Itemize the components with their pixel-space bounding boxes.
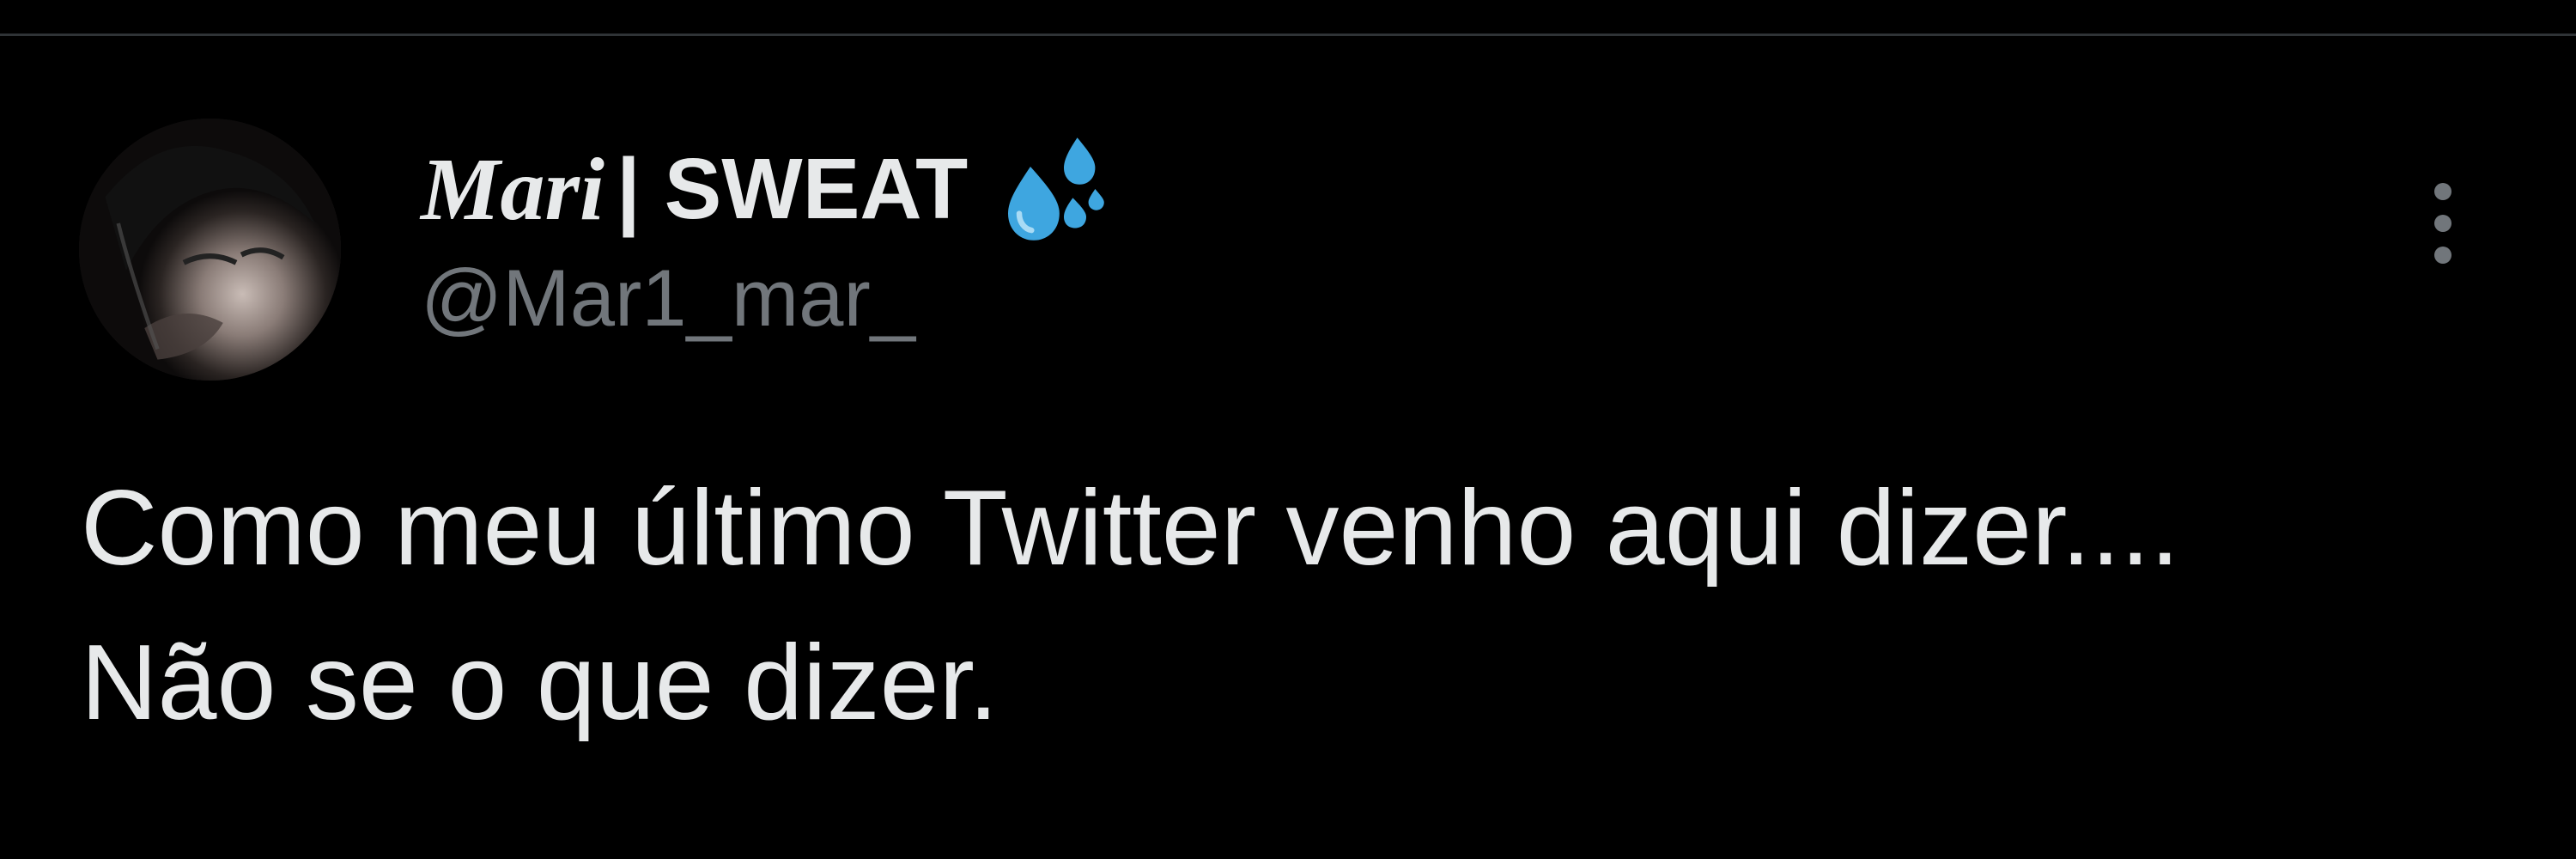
tweet-text-line-2: Não se o que dizer. (81, 624, 999, 742)
tweet-text: Como meu último Twitter venho aqui dizer… (81, 451, 2528, 760)
display-name-rest: | SWEAT (616, 140, 969, 237)
avatar-image (79, 119, 341, 381)
tweet-text-line-1: Como meu último Twitter venho aqui dizer… (81, 469, 2180, 588)
sweat-droplets-icon (997, 133, 1109, 245)
top-divider (0, 0, 2576, 36)
display-name-italic: Mari (421, 139, 605, 239)
tweet-card[interactable]: Mari | SWEAT @Mar1_mar_ Como meu último … (0, 39, 2576, 859)
author-names: Mari | SWEAT @Mar1_mar_ (421, 133, 1109, 344)
avatar[interactable] (79, 119, 341, 381)
author-handle[interactable]: @Mar1_mar_ (421, 252, 1109, 344)
author-display-name[interactable]: Mari | SWEAT (421, 133, 1109, 245)
more-vertical-icon[interactable] (2413, 176, 2473, 271)
